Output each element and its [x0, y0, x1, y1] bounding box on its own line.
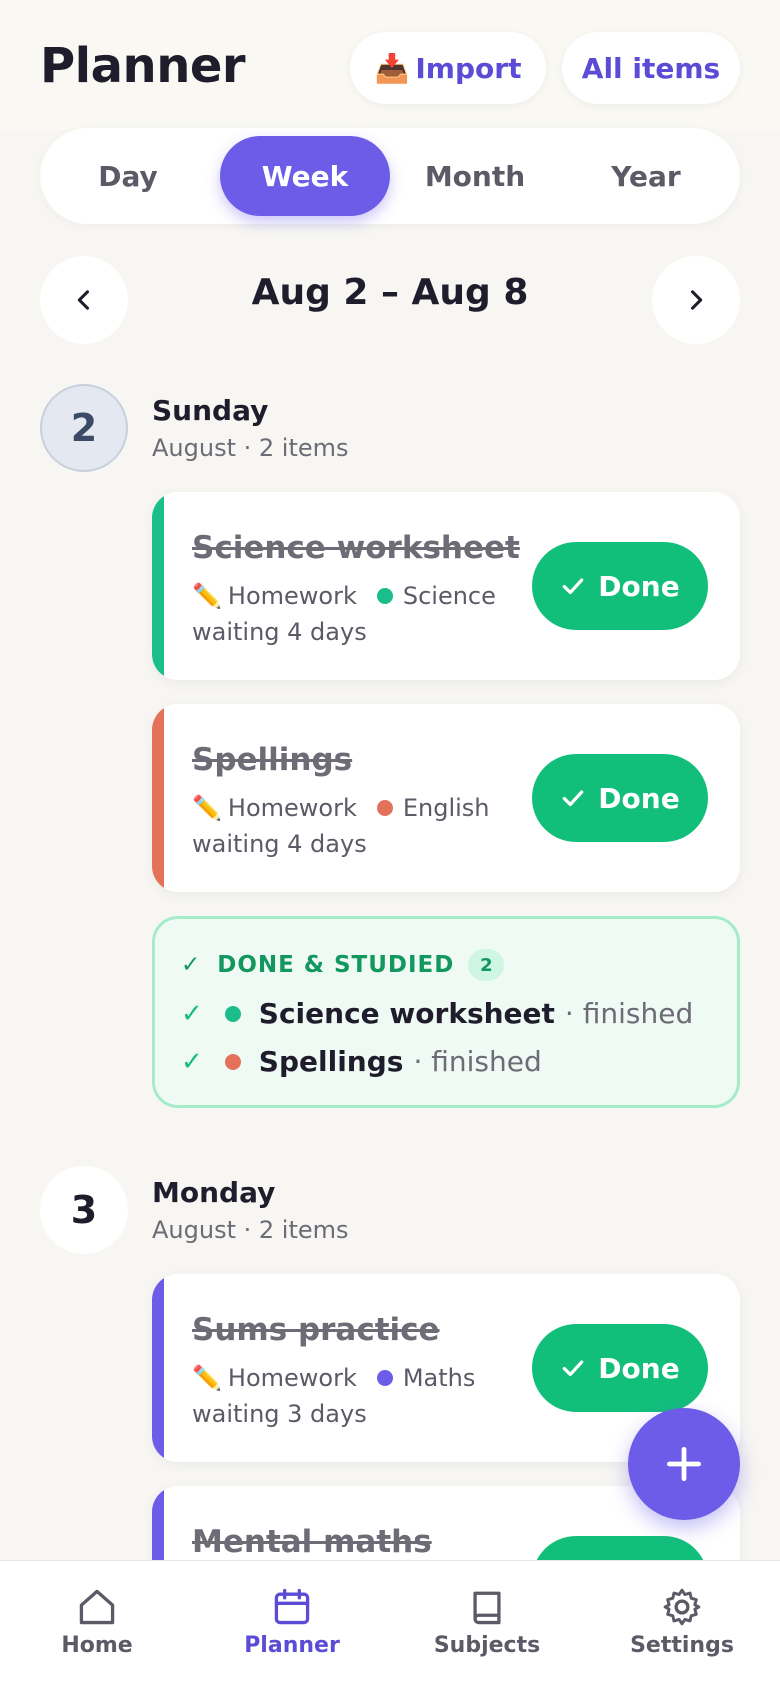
- done-section-heading: ✓ DONE & STUDIED 2: [181, 949, 505, 981]
- nav-item-home[interactable]: Home: [17, 1585, 177, 1658]
- home-icon: [79, 1589, 115, 1625]
- page-title: Planner: [40, 38, 246, 94]
- done-item-status: · finished: [564, 997, 694, 1030]
- nav-item-subjects[interactable]: Subjects: [407, 1585, 567, 1658]
- subject-dot: [224, 1053, 241, 1070]
- subject-color-stripe: [152, 492, 164, 680]
- previous-week-button[interactable]: [40, 256, 128, 344]
- task-title: Spellings: [192, 742, 353, 778]
- date-range-title: Aug 2 – Aug 8: [251, 272, 529, 313]
- done-button-label: Done: [598, 1351, 680, 1385]
- task-title: Science worksheet: [192, 530, 520, 566]
- pencil-icon: ✏️: [192, 1364, 222, 1392]
- task-waiting: waiting 4 days: [192, 830, 367, 858]
- subject-color-stripe: [152, 704, 164, 892]
- task-card[interactable]: Spellings ✏️ Homework English waiting 4 …: [152, 704, 740, 892]
- add-item-button[interactable]: [628, 1408, 740, 1520]
- day-name: Sunday: [152, 394, 269, 427]
- pencil-icon: ✏️: [192, 794, 222, 822]
- next-week-button[interactable]: [652, 256, 740, 344]
- day-subtitle: August · 2 items: [152, 1216, 349, 1244]
- task-type: Homework: [227, 582, 357, 610]
- task-subject: Science: [402, 582, 496, 610]
- chevron-right-icon: [690, 290, 703, 310]
- subject-dot: [376, 588, 393, 604]
- nav-label: Settings: [630, 1633, 734, 1658]
- done-button[interactable]: Done: [532, 754, 708, 842]
- day-number-badge: 3: [40, 1166, 128, 1254]
- done-list-item[interactable]: ✓ Science worksheet · finished: [181, 997, 693, 1030]
- tab-day-label: Day: [98, 159, 158, 193]
- done-count-badge: 2: [468, 949, 505, 981]
- all-items-button-label: All items: [581, 51, 721, 85]
- nav-label: Planner: [244, 1633, 340, 1658]
- import-button[interactable]: 📥 Import: [350, 32, 546, 104]
- done-button-label: Done: [598, 781, 680, 815]
- pencil-icon: ✏️: [192, 582, 222, 610]
- task-title: Sums practice: [192, 1312, 440, 1348]
- calendar-icon: [274, 1588, 310, 1625]
- task-subject: Maths: [402, 1364, 476, 1392]
- inbox-tray-icon: 📥: [374, 51, 410, 85]
- subject-dot: [376, 800, 393, 816]
- check-icon: ✓: [181, 1046, 203, 1077]
- task-type: Homework: [227, 1364, 357, 1392]
- task-meta: ✏️ Homework Science: [192, 582, 496, 610]
- tab-week-label: Week: [261, 159, 349, 193]
- import-button-label: Import: [415, 51, 522, 85]
- subject-color-stripe: [152, 1274, 164, 1462]
- all-items-button[interactable]: All items: [562, 32, 740, 104]
- gear-icon: [663, 1588, 701, 1626]
- task-title: Mental maths: [192, 1524, 432, 1560]
- day-name: Monday: [152, 1176, 276, 1209]
- app-header: Planner 📥 Import All items: [0, 0, 780, 130]
- subject-dot: [376, 1370, 393, 1386]
- task-waiting: waiting 3 days: [192, 1400, 367, 1428]
- task-card[interactable]: Science worksheet ✏️ Homework Science wa…: [152, 492, 740, 680]
- check-icon: ✓: [181, 998, 203, 1029]
- view-segmented-control: Day Week Month Year: [40, 128, 740, 224]
- done-button[interactable]: Done: [532, 542, 708, 630]
- check-icon: ✓: [181, 952, 202, 978]
- task-waiting: waiting 4 days: [192, 618, 367, 646]
- done-item-name: Science worksheet: [258, 997, 555, 1030]
- book-icon: [473, 1591, 501, 1625]
- nav-label: Subjects: [433, 1633, 541, 1658]
- plus-icon: [666, 1446, 702, 1482]
- day-subtitle: August · 2 items: [152, 434, 349, 462]
- done-studied-section: ✓ DONE & STUDIED 2 ✓ Science worksheet ·…: [152, 916, 740, 1108]
- tab-week[interactable]: Week: [220, 136, 390, 216]
- tab-month-label: Month: [424, 159, 526, 193]
- done-button[interactable]: Done: [532, 1324, 708, 1412]
- tab-year[interactable]: Year: [560, 136, 732, 216]
- nav-label: Home: [61, 1633, 133, 1658]
- task-subject: English: [402, 794, 490, 822]
- done-item-name: Spellings: [258, 1045, 404, 1078]
- task-meta: ✏️ Homework English: [192, 794, 490, 822]
- checkmark-icon: [563, 578, 584, 595]
- task-type: Homework: [227, 794, 357, 822]
- bottom-navigation: Home Planner Subjects Settings: [0, 1560, 780, 1688]
- task-meta: ✏️ Homework Maths: [192, 1364, 475, 1392]
- done-section-title: DONE & STUDIED: [217, 952, 455, 978]
- nav-item-planner[interactable]: Planner: [212, 1585, 372, 1658]
- chevron-left-icon: [77, 290, 90, 310]
- nav-item-settings[interactable]: Settings: [602, 1585, 762, 1658]
- done-item-status: · finished: [413, 1045, 542, 1078]
- done-button-label: Done: [598, 569, 680, 603]
- tab-month[interactable]: Month: [390, 136, 560, 216]
- day-number-badge: 2: [40, 384, 128, 472]
- checkmark-icon: [563, 1360, 584, 1377]
- checkmark-icon: [563, 790, 584, 807]
- subject-dot: [224, 1005, 241, 1022]
- done-list-item[interactable]: ✓ Spellings · finished: [181, 1045, 542, 1078]
- tab-day[interactable]: Day: [48, 136, 208, 216]
- tab-year-label: Year: [611, 159, 681, 193]
